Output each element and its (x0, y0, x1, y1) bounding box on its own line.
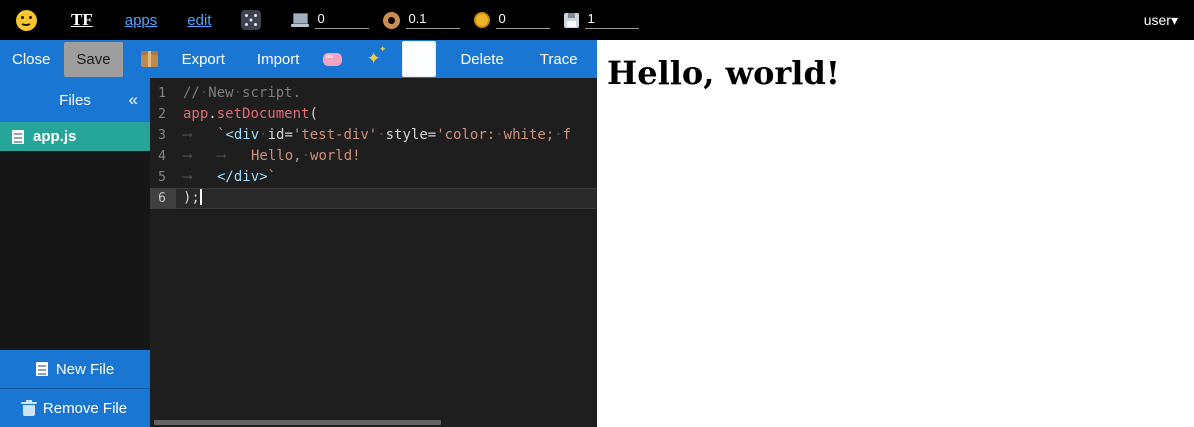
laptop-counter-input[interactable] (315, 11, 369, 29)
code-text: ⟶</div>` (183, 167, 276, 188)
line-number: 5 (150, 167, 176, 188)
logo-link[interactable]: TF (71, 10, 93, 30)
editor-toolbar: Close Save Export Import Delete Trace (0, 40, 597, 78)
line-number: 3 (150, 125, 176, 146)
main-area: Close Save Export Import Delete Trace Fi… (0, 40, 1194, 427)
coin-counter-input[interactable] (496, 11, 550, 29)
close-button[interactable]: Close (4, 45, 58, 74)
line-number: 1 (150, 83, 176, 104)
horizontal-scrollbar-thumb[interactable] (154, 420, 441, 425)
package-icon[interactable] (141, 51, 158, 67)
coin-icon (474, 12, 490, 28)
code-editor[interactable]: 1 //·New·script. 2 app.setDocument( 3 ⟶`<div·… (150, 78, 597, 427)
code-line[interactable]: 6); (150, 188, 597, 209)
code-text: //·New·script. (183, 83, 301, 104)
nav-link-edit[interactable]: edit (187, 12, 211, 29)
file-icon (12, 130, 24, 144)
remove-file-button[interactable]: Remove File (0, 388, 150, 427)
floppy-icon (564, 13, 579, 28)
soap-icon[interactable] (323, 53, 342, 66)
counter-coin (474, 11, 550, 29)
files-title: Files (59, 92, 91, 109)
code-line[interactable]: 5 ⟶</div>` (150, 167, 597, 188)
code-text: app.setDocument( (183, 104, 318, 125)
line-number: 2 (150, 104, 176, 125)
line-number: 4 (150, 146, 176, 167)
user-menu[interactable]: user▾ (1144, 12, 1178, 29)
text-cursor (200, 189, 202, 205)
import-button[interactable]: Import (249, 45, 308, 74)
dice-icon[interactable] (241, 10, 261, 30)
code-text: ⟶⟶Hello,·world! (183, 146, 361, 167)
line-number: 6 (150, 188, 176, 209)
file-name: app.js (33, 128, 76, 145)
trash-icon (23, 405, 35, 416)
donut-icon (383, 12, 400, 29)
export-button[interactable]: Export (174, 45, 233, 74)
counter-laptop (291, 11, 369, 29)
counter-floppy (564, 11, 639, 29)
sparkles-icon[interactable] (366, 49, 386, 69)
donut-counter-input[interactable] (406, 11, 460, 29)
delete-button[interactable]: Delete (452, 45, 511, 74)
smiley-icon[interactable] (16, 10, 37, 31)
new-file-icon (36, 362, 48, 376)
blank-button[interactable] (402, 41, 436, 77)
laptop-icon (291, 13, 309, 27)
save-button[interactable]: Save (64, 42, 122, 77)
code-text: ); (183, 188, 202, 209)
editor-lines: 1 //·New·script. 2 app.setDocument( 3 ⟶`<div·… (150, 83, 597, 209)
new-file-label: New File (56, 361, 114, 378)
files-sidebar: Files « app.js New File Remove File (0, 78, 150, 427)
code-text: ⟶`<div·id='test-div'·style='color:·white… (183, 125, 571, 146)
file-item-appjs[interactable]: app.js (0, 122, 150, 151)
editor-panel: Close Save Export Import Delete Trace Fi… (0, 40, 597, 427)
app-root: TF apps edit user▾ Close Save (0, 0, 1194, 427)
files-header: Files « (0, 78, 150, 122)
floppy-counter-input[interactable] (585, 11, 639, 29)
counter-donut (383, 11, 460, 29)
preview-heading: Hello, world! (607, 54, 1194, 92)
remove-file-label: Remove File (43, 400, 127, 417)
new-file-button[interactable]: New File (0, 350, 150, 388)
code-line[interactable]: 1 //·New·script. (150, 83, 597, 104)
nav-link-apps[interactable]: apps (125, 12, 158, 29)
trace-button[interactable]: Trace (532, 45, 586, 74)
code-line[interactable]: 2 app.setDocument( (150, 104, 597, 125)
preview-pane: Hello, world! (597, 40, 1194, 427)
workspace: Files « app.js New File Remove File (0, 78, 597, 427)
collapse-sidebar-button[interactable]: « (129, 90, 138, 110)
code-line[interactable]: 4 ⟶⟶Hello,·world! (150, 146, 597, 167)
code-line[interactable]: 3 ⟶`<div·id='test-div'·style='color:·whit… (150, 125, 597, 146)
sidebar-empty-area (0, 151, 150, 350)
top-bar: TF apps edit user▾ (0, 0, 1194, 40)
